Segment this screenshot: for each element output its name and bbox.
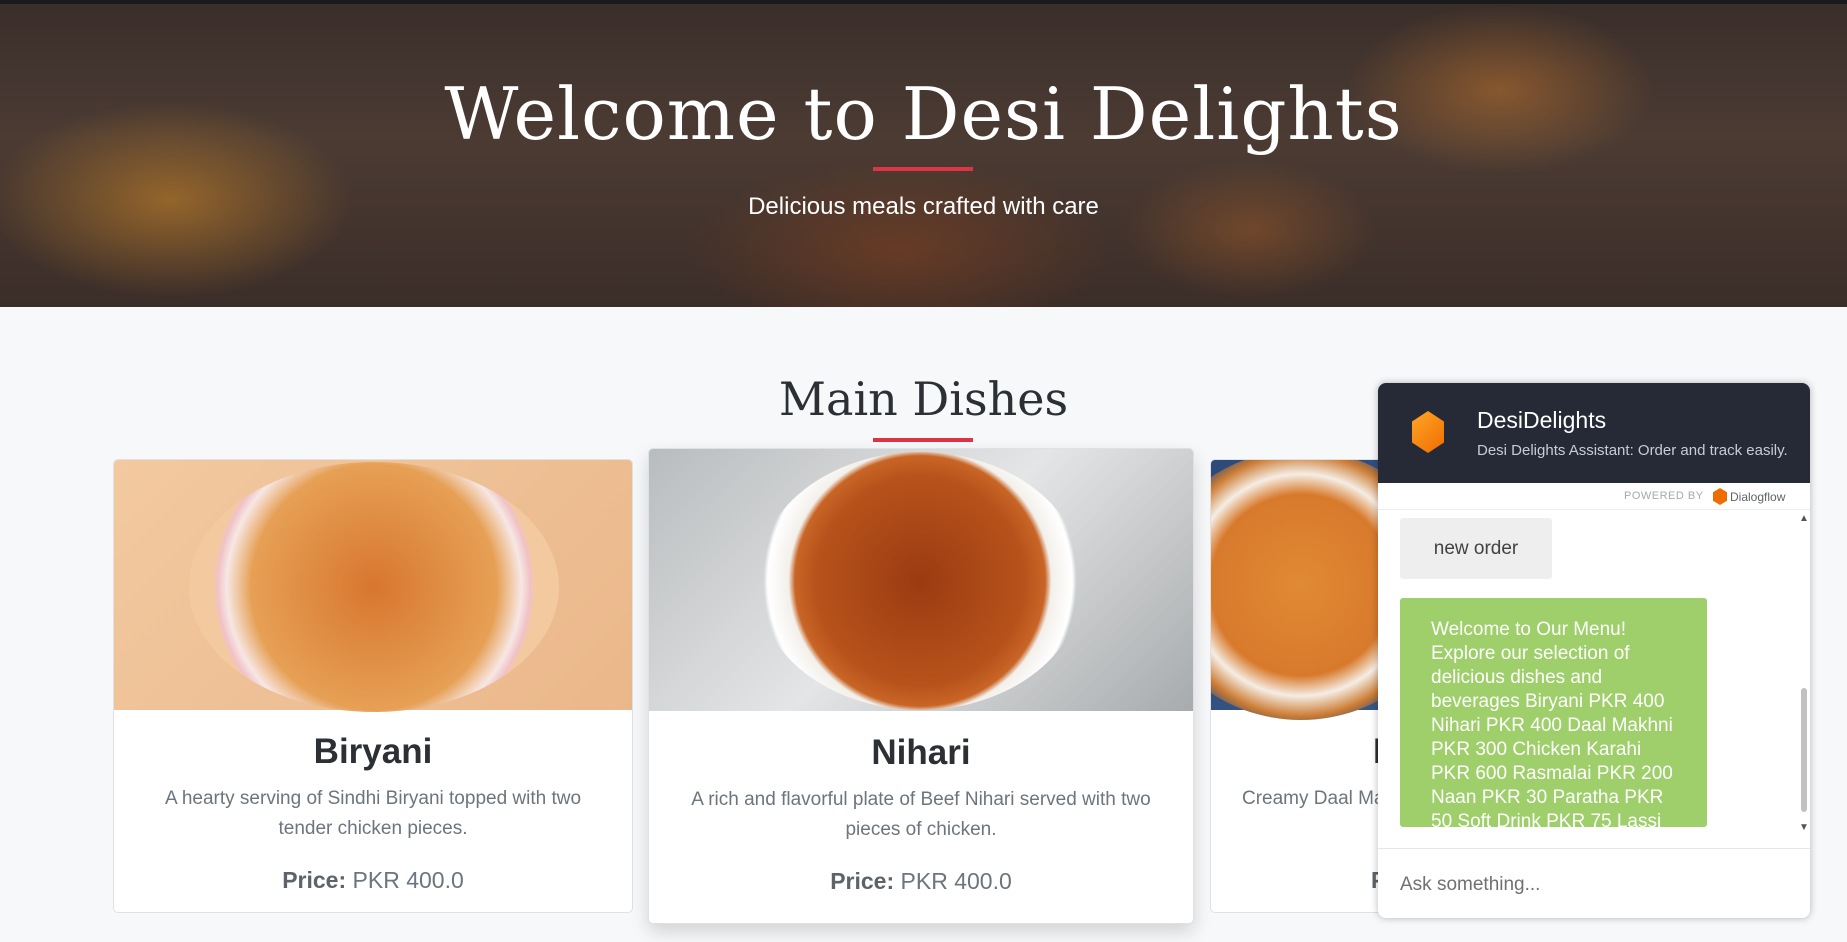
provider-label: Dialogflow — [1730, 490, 1786, 504]
scrollbar-thumb[interactable] — [1801, 688, 1807, 812]
dish-description: A rich and flavorful plate of Beef Nihar… — [691, 789, 1151, 840]
dish-description: A hearty serving of Sindhi Biryani toppe… — [164, 788, 582, 839]
chat-scrollbar[interactable]: ▲ ▼ — [1798, 510, 1810, 840]
price-label: Price: — [830, 868, 895, 894]
dish-card-biryani[interactable]: Biryani A hearty serving of Sindhi Birya… — [113, 459, 633, 913]
chevron-down-icon[interactable]: ▼ — [1799, 822, 1809, 833]
chat-header[interactable]: DesiDelights Desi Delights Assistant: Or… — [1378, 383, 1810, 483]
hero-title: Welcome to Desi Delights — [444, 72, 1403, 156]
dish-name: Nihari — [871, 733, 971, 772]
hero-underline — [873, 167, 973, 171]
chat-messages[interactable]: new order Welcome to Our Menu! Explore o… — [1378, 510, 1810, 856]
chevron-up-icon[interactable]: ▲ — [1799, 513, 1809, 524]
dialogflow-logo-icon — [1713, 488, 1727, 505]
hero-banner: Welcome to Desi Delights Delicious meals… — [0, 0, 1847, 307]
chat-widget: DesiDelights Desi Delights Assistant: Or… — [1378, 383, 1810, 918]
chat-input-area — [1378, 848, 1810, 918]
bot-logo-icon — [1412, 411, 1444, 453]
chat-input[interactable] — [1398, 867, 1792, 903]
dish-card-nihari[interactable]: Nihari A rich and flavorful plate of Bee… — [648, 448, 1194, 924]
chat-title: DesiDelights — [1477, 407, 1607, 433]
bot-message: Welcome to Our Menu! Explore our selecti… — [1400, 598, 1707, 856]
hero-subtitle: Delicious meals crafted with care — [748, 193, 1099, 220]
section-underline — [873, 438, 973, 442]
dish-image — [649, 449, 1193, 711]
powered-by-bar: POWERED BY Dialogflow — [1378, 483, 1810, 510]
dish-price: Price: PKR 400.0 — [649, 868, 1193, 895]
chat-subtitle: Desi Delights Assistant: Order and track… — [1477, 442, 1788, 459]
dish-name: Biryani — [313, 732, 433, 771]
price-label: Price: — [282, 867, 347, 893]
price-value: PKR 400.0 — [352, 867, 464, 893]
user-message: new order — [1400, 518, 1552, 579]
dish-image — [114, 460, 632, 712]
powered-by-label: POWERED BY — [1624, 490, 1704, 502]
price-value: PKR 400.0 — [900, 868, 1012, 894]
dish-price: Price: PKR 400.0 — [114, 867, 632, 894]
